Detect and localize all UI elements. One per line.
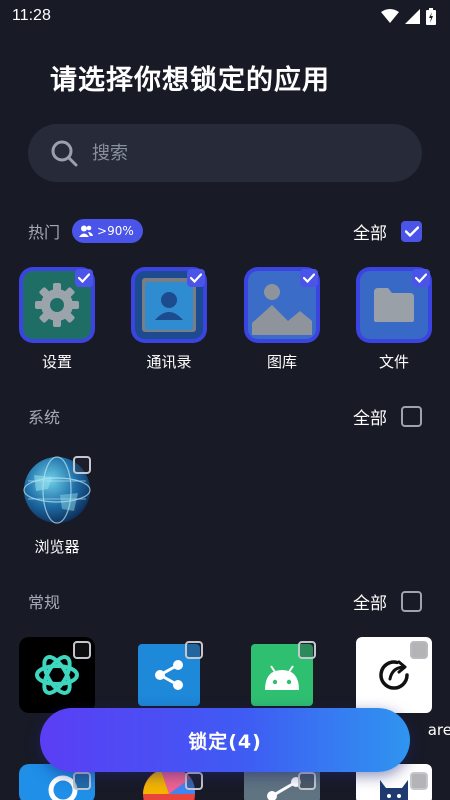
app-files[interactable]: 文件 <box>356 267 432 377</box>
settings-gear-icon <box>35 283 79 327</box>
select-all-checkbox-hot[interactable] <box>401 220 422 242</box>
status-bar: 11:28 <box>0 0 450 32</box>
app-label: 设置 <box>41 353 72 371</box>
app-label: 图库 <box>266 353 297 371</box>
app-checkbox[interactable] <box>73 456 91 474</box>
select-all-system[interactable]: 全部 <box>353 404 422 429</box>
share-arrow-icon <box>379 660 409 690</box>
app-checkbox[interactable] <box>298 641 316 659</box>
search-input[interactable] <box>92 142 392 164</box>
section-hot: 热门 >90% 全部 <box>28 216 422 246</box>
app-settings[interactable]: 设置 <box>19 267 95 377</box>
select-all-general[interactable]: 全部 <box>353 589 422 614</box>
section-system: 系统 全部 <box>28 401 422 431</box>
search-bar[interactable] <box>28 124 422 182</box>
app-checkbox[interactable] <box>410 641 428 659</box>
share-icon <box>155 660 183 690</box>
check-icon <box>404 225 419 237</box>
app-checkbox[interactable] <box>185 641 203 659</box>
lock-button[interactable]: 锁定(4) <box>40 708 410 772</box>
section-title-hot: 热门 <box>28 223 61 242</box>
section-general: 常规 全部 <box>28 586 422 616</box>
app-browser[interactable]: 浏览器 <box>19 452 95 562</box>
app-contacts[interactable]: 通讯录 <box>131 267 207 377</box>
users-icon <box>79 225 94 237</box>
signal-icon <box>405 8 420 24</box>
android-icon <box>265 665 299 690</box>
section-title-general: 常规 <box>28 593 61 612</box>
section-title-system: 系统 <box>28 408 61 427</box>
app-checkbox[interactable] <box>73 772 91 790</box>
select-all-checkbox-system[interactable] <box>401 405 422 427</box>
app-gallery[interactable]: 图库 <box>244 267 320 377</box>
status-time: 11:28 <box>12 7 51 24</box>
select-all-hot[interactable]: 全部 <box>353 219 422 244</box>
app-label: 文件 <box>378 353 409 371</box>
popularity-badge: >90% <box>72 219 143 243</box>
search-icon <box>51 140 78 167</box>
app-checkbox[interactable] <box>73 641 91 659</box>
app-label: 通讯录 <box>146 353 192 371</box>
app-checkbox[interactable] <box>412 269 430 287</box>
folder-icon <box>374 288 414 322</box>
battery-icon <box>426 7 436 25</box>
select-all-label: 全部 <box>353 408 387 429</box>
app-checkbox[interactable] <box>410 772 428 790</box>
app-label: 浏览器 <box>34 538 80 556</box>
app-checkbox[interactable] <box>185 772 203 790</box>
badge-text: >90% <box>97 224 134 238</box>
wifi-icon <box>381 9 399 23</box>
select-all-label: 全部 <box>353 593 387 614</box>
select-all-checkbox-general[interactable] <box>401 590 422 612</box>
select-all-label: 全部 <box>353 223 387 244</box>
app-checkbox[interactable] <box>187 269 205 287</box>
app-checkbox[interactable] <box>75 269 93 287</box>
app-checkbox[interactable] <box>298 772 316 790</box>
app-checkbox[interactable] <box>300 269 318 287</box>
page-title: 请选择你想锁定的应用 <box>50 65 330 96</box>
